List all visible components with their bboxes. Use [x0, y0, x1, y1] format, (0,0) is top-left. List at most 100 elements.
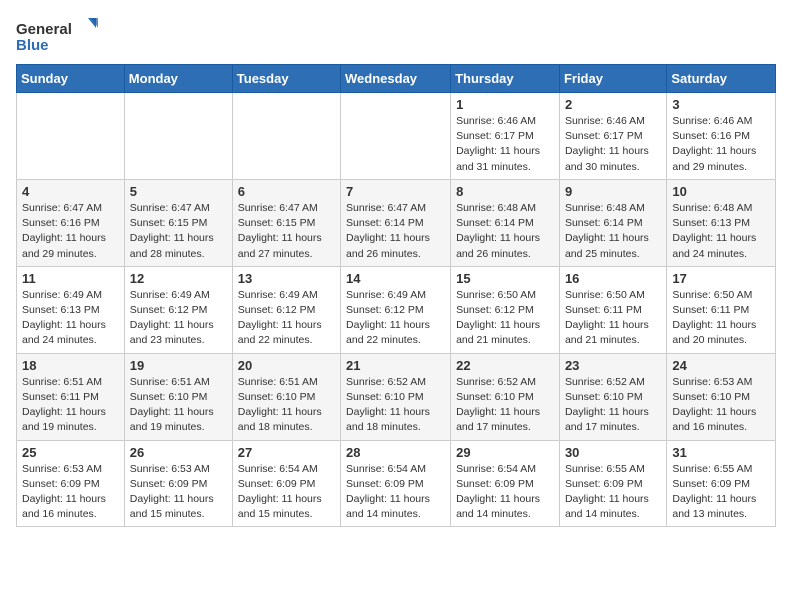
day-number: 26 — [130, 445, 227, 460]
weekday-header-thursday: Thursday — [451, 65, 560, 93]
day-number: 2 — [565, 97, 661, 112]
calendar-day-15: 15Sunrise: 6:50 AMSunset: 6:12 PMDayligh… — [451, 266, 560, 353]
day-info: Sunrise: 6:55 AMSunset: 6:09 PMDaylight:… — [672, 463, 756, 521]
day-info: Sunrise: 6:47 AMSunset: 6:15 PMDaylight:… — [238, 202, 322, 260]
day-info: Sunrise: 6:52 AMSunset: 6:10 PMDaylight:… — [346, 376, 430, 434]
calendar-day-26: 26 Sunrise: 6:53 AMSunset: 6:09 PMDayligh… — [124, 440, 232, 527]
calendar-day-19: 19Sunrise: 6:51 AMSunset: 6:10 PMDayligh… — [124, 353, 232, 440]
day-number: 20 — [238, 358, 335, 373]
day-info: Sunrise: 6:49 AMSunset: 6:12 PMDaylight:… — [130, 289, 214, 347]
day-info: Sunrise: 6:46 AMSunset: 6:17 PMDaylight:… — [565, 115, 649, 173]
calendar-empty-cell — [17, 93, 125, 180]
calendar-week-row: 11 Sunrise: 6:49 AMSunset: 6:13 PMDayligh… — [17, 266, 776, 353]
day-info: Sunrise: 6:49 AMSunset: 6:12 PMDaylight:… — [346, 289, 430, 347]
day-number: 11 — [22, 271, 119, 286]
logo-svg: General Blue — [16, 16, 106, 56]
calendar-empty-cell — [232, 93, 340, 180]
day-number: 3 — [672, 97, 770, 112]
day-number: 27 — [238, 445, 335, 460]
svg-text:General: General — [16, 21, 72, 38]
day-number: 25 — [22, 445, 119, 460]
calendar-day-2: 2 Sunrise: 6:46 AMSunset: 6:17 PMDaylight… — [559, 93, 666, 180]
calendar-day-31: 31 Sunrise: 6:55 AMSunset: 6:09 PMDayligh… — [667, 440, 776, 527]
day-number: 13 — [238, 271, 335, 286]
calendar-day-3: 3 Sunrise: 6:46 AMSunset: 6:16 PMDaylight… — [667, 93, 776, 180]
weekday-header-monday: Monday — [124, 65, 232, 93]
day-info: Sunrise: 6:52 AMSunset: 6:10 PMDaylight:… — [565, 376, 649, 434]
calendar-day-25: 25 Sunrise: 6:53 AMSunset: 6:09 PMDayligh… — [17, 440, 125, 527]
calendar-week-row: 18 Sunrise: 6:51 AMSunset: 6:11 PMDayligh… — [17, 353, 776, 440]
day-info: Sunrise: 6:54 AMSunset: 6:09 PMDaylight:… — [346, 463, 430, 521]
day-info: Sunrise: 6:46 AMSunset: 6:17 PMDaylight:… — [456, 115, 540, 173]
calendar-day-16: 16Sunrise: 6:50 AMSunset: 6:11 PMDayligh… — [559, 266, 666, 353]
day-number: 17 — [672, 271, 770, 286]
day-info: Sunrise: 6:50 AMSunset: 6:11 PMDaylight:… — [565, 289, 649, 347]
day-info: Sunrise: 6:51 AMSunset: 6:10 PMDaylight:… — [238, 376, 322, 434]
day-info: Sunrise: 6:51 AMSunset: 6:11 PMDaylight:… — [22, 376, 106, 434]
calendar-day-28: 28 Sunrise: 6:54 AMSunset: 6:09 PMDayligh… — [341, 440, 451, 527]
day-number: 18 — [22, 358, 119, 373]
calendar-day-13: 13 Sunrise: 6:49 AMSunset: 6:12 PMDayligh… — [232, 266, 340, 353]
calendar-empty-cell — [124, 93, 232, 180]
calendar-week-row: 25 Sunrise: 6:53 AMSunset: 6:09 PMDayligh… — [17, 440, 776, 527]
day-info: Sunrise: 6:47 AMSunset: 6:15 PMDaylight:… — [130, 202, 214, 260]
day-info: Sunrise: 6:53 AMSunset: 6:09 PMDaylight:… — [22, 463, 106, 521]
day-number: 4 — [22, 184, 119, 199]
day-number: 9 — [565, 184, 661, 199]
calendar-day-7: 7Sunrise: 6:47 AMSunset: 6:14 PMDaylight… — [341, 179, 451, 266]
day-number: 12 — [130, 271, 227, 286]
calendar-day-27: 27Sunrise: 6:54 AMSunset: 6:09 PMDayligh… — [232, 440, 340, 527]
calendar-day-10: 10 Sunrise: 6:48 AMSunset: 6:13 PMDayligh… — [667, 179, 776, 266]
day-info: Sunrise: 6:48 AMSunset: 6:13 PMDaylight:… — [672, 202, 756, 260]
day-info: Sunrise: 6:48 AMSunset: 6:14 PMDaylight:… — [565, 202, 649, 260]
day-number: 10 — [672, 184, 770, 199]
day-info: Sunrise: 6:49 AMSunset: 6:13 PMDaylight:… — [22, 289, 106, 347]
weekday-header-saturday: Saturday — [667, 65, 776, 93]
calendar-day-29: 29 Sunrise: 6:54 AMSunset: 6:09 PMDayligh… — [451, 440, 560, 527]
weekday-header-sunday: Sunday — [17, 65, 125, 93]
day-number: 6 — [238, 184, 335, 199]
calendar-day-18: 18 Sunrise: 6:51 AMSunset: 6:11 PMDayligh… — [17, 353, 125, 440]
calendar-day-9: 9 Sunrise: 6:48 AMSunset: 6:14 PMDaylight… — [559, 179, 666, 266]
day-number: 19 — [130, 358, 227, 373]
day-info: Sunrise: 6:55 AMSunset: 6:09 PMDaylight:… — [565, 463, 649, 521]
calendar-day-8: 8 Sunrise: 6:48 AMSunset: 6:14 PMDaylight… — [451, 179, 560, 266]
calendar-empty-cell — [341, 93, 451, 180]
day-number: 30 — [565, 445, 661, 460]
day-number: 21 — [346, 358, 445, 373]
svg-text:Blue: Blue — [16, 37, 49, 54]
weekday-header-tuesday: Tuesday — [232, 65, 340, 93]
day-info: Sunrise: 6:53 AMSunset: 6:09 PMDaylight:… — [130, 463, 214, 521]
calendar-day-20: 20 Sunrise: 6:51 AMSunset: 6:10 PMDayligh… — [232, 353, 340, 440]
calendar-day-23: 23 Sunrise: 6:52 AMSunset: 6:10 PMDayligh… — [559, 353, 666, 440]
day-info: Sunrise: 6:50 AMSunset: 6:11 PMDaylight:… — [672, 289, 756, 347]
day-info: Sunrise: 6:49 AMSunset: 6:12 PMDaylight:… — [238, 289, 322, 347]
day-info: Sunrise: 6:54 AMSunset: 6:09 PMDaylight:… — [456, 463, 540, 521]
day-number: 29 — [456, 445, 554, 460]
calendar-day-22: 22Sunrise: 6:52 AMSunset: 6:10 PMDayligh… — [451, 353, 560, 440]
day-info: Sunrise: 6:50 AMSunset: 6:12 PMDaylight:… — [456, 289, 540, 347]
day-info: Sunrise: 6:46 AMSunset: 6:16 PMDaylight:… — [672, 115, 756, 173]
calendar-day-1: 1 Sunrise: 6:46 AMSunset: 6:17 PMDaylight… — [451, 93, 560, 180]
day-number: 1 — [456, 97, 554, 112]
day-number: 23 — [565, 358, 661, 373]
calendar-day-12: 12 Sunrise: 6:49 AMSunset: 6:12 PMDayligh… — [124, 266, 232, 353]
calendar-day-11: 11 Sunrise: 6:49 AMSunset: 6:13 PMDayligh… — [17, 266, 125, 353]
day-info: Sunrise: 6:48 AMSunset: 6:14 PMDaylight:… — [456, 202, 540, 260]
weekday-header-row: SundayMondayTuesdayWednesdayThursdayFrid… — [17, 65, 776, 93]
day-number: 8 — [456, 184, 554, 199]
day-info: Sunrise: 6:53 AMSunset: 6:10 PMDaylight:… — [672, 376, 756, 434]
day-number: 22 — [456, 358, 554, 373]
calendar-day-21: 21 Sunrise: 6:52 AMSunset: 6:10 PMDayligh… — [341, 353, 451, 440]
day-number: 7 — [346, 184, 445, 199]
day-number: 31 — [672, 445, 770, 460]
day-number: 14 — [346, 271, 445, 286]
calendar-day-6: 6 Sunrise: 6:47 AMSunset: 6:15 PMDaylight… — [232, 179, 340, 266]
calendar-day-30: 30 Sunrise: 6:55 AMSunset: 6:09 PMDayligh… — [559, 440, 666, 527]
weekday-header-wednesday: Wednesday — [341, 65, 451, 93]
weekday-header-friday: Friday — [559, 65, 666, 93]
logo: General Blue — [16, 16, 106, 56]
day-number: 5 — [130, 184, 227, 199]
day-number: 28 — [346, 445, 445, 460]
calendar-week-row: 4Sunrise: 6:47 AMSunset: 6:16 PMDaylight… — [17, 179, 776, 266]
